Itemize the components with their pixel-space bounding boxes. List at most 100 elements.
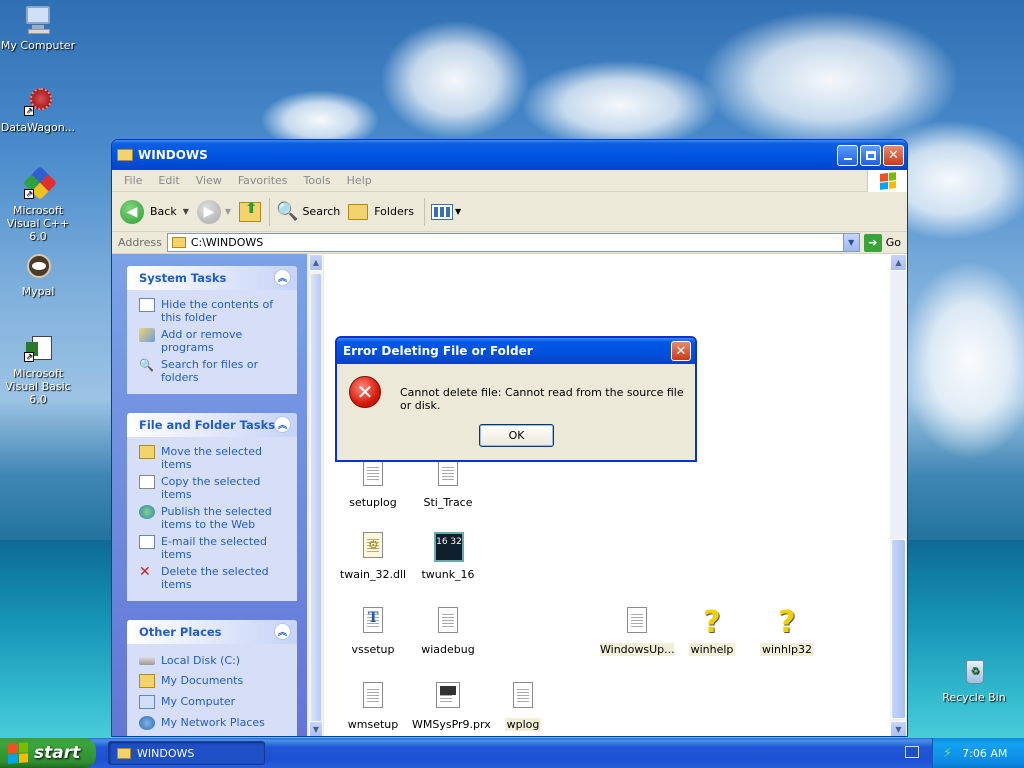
back-arrow-icon: ◀: [120, 199, 144, 224]
desktop-icon-visual-cpp[interactable]: ↗ Microsoft Visual C++ 6.0: [0, 166, 78, 243]
collapse-chevron-icon[interactable]: ︽: [274, 269, 291, 286]
task-copy-items[interactable]: Copy the selected items: [139, 475, 291, 501]
menu-favorites[interactable]: Favorites: [230, 174, 296, 187]
file-name: twunk_16: [421, 568, 475, 581]
scroll-down-icon[interactable]: ▼: [890, 721, 907, 736]
task-add-remove-programs[interactable]: Add or remove programs: [139, 328, 291, 354]
file-item[interactable]: 16 32 twunk_16: [412, 532, 484, 581]
scroll-thumb[interactable]: [891, 539, 906, 719]
address-dropdown-icon[interactable]: ▼: [842, 234, 859, 251]
desktop-icon-my-computer[interactable]: My Computer: [0, 4, 78, 52]
menu-file[interactable]: File: [116, 174, 150, 187]
copy-icon: [139, 475, 155, 489]
place-my-computer[interactable]: My Computer: [139, 695, 291, 709]
desktop-icon-label: Mypal: [21, 285, 55, 298]
menu-view[interactable]: View: [188, 174, 230, 187]
menu-edit[interactable]: Edit: [150, 174, 187, 187]
task-label: Hide the contents of this folder: [161, 298, 274, 324]
scroll-thumb[interactable]: [311, 274, 321, 729]
back-dropdown-icon[interactable]: ▼: [183, 207, 189, 216]
back-label: Back: [150, 205, 177, 218]
maximize-button[interactable]: [860, 144, 881, 166]
menu-tools[interactable]: Tools: [296, 174, 339, 187]
search-button[interactable]: 🔍 Search: [276, 201, 340, 222]
collapse-chevron-icon[interactable]: ︽: [274, 416, 291, 433]
clock[interactable]: 7:06 AM: [962, 747, 1007, 760]
network-tray-icon[interactable]: ⚡: [943, 746, 952, 761]
file-item[interactable]: ? winhlp32: [751, 607, 823, 656]
address-bar: Address C:\WINDOWS ▼ ➜ Go: [112, 232, 907, 254]
scroll-down-icon[interactable]: ▼: [309, 721, 323, 736]
ok-button[interactable]: OK: [479, 424, 554, 447]
file-item[interactable]: setuplog: [337, 460, 409, 509]
file-name: wiadebug: [421, 643, 475, 656]
up-folder-button[interactable]: ⬆: [239, 199, 262, 222]
desktop-icon-label: My Computer: [0, 39, 76, 52]
task-label: Delete the selected items: [161, 565, 269, 591]
file-item[interactable]: Sti_Trace: [412, 460, 484, 509]
task-pane-scrollbar[interactable]: ▲ ▼: [309, 254, 323, 736]
file-list-scrollbar[interactable]: ▲ ▼: [890, 254, 907, 736]
dialog-titlebar[interactable]: Error Deleting File or Folder ✕: [337, 338, 695, 364]
up-folder-icon: ⬆: [239, 199, 262, 222]
go-label: Go: [885, 236, 901, 249]
file-item[interactable]: ⚙ twain_32.dll: [337, 532, 409, 581]
other-places-header[interactable]: Other Places ︽: [127, 620, 297, 644]
start-button[interactable]: start: [0, 738, 96, 768]
menu-help[interactable]: Help: [339, 174, 380, 187]
hard-drive-icon: [139, 657, 155, 665]
file-item[interactable]: wmsetup: [337, 682, 409, 731]
task-label: E-mail the selected items: [161, 535, 267, 561]
file-item[interactable]: WindowsUp...: [600, 607, 675, 656]
file-item[interactable]: wiadebug: [412, 607, 484, 656]
email-icon: [139, 535, 155, 549]
dialog-close-button[interactable]: ✕: [671, 341, 691, 361]
scroll-up-icon[interactable]: ▲: [309, 254, 323, 271]
folders-button[interactable]: Folders: [348, 203, 414, 220]
minimize-button[interactable]: [837, 144, 858, 166]
desktop-icon-visual-basic[interactable]: ↗ Microsoft Visual Basic 6.0: [0, 332, 78, 406]
app-16-32-icon: 16 32: [434, 532, 464, 564]
file-item[interactable]: T vssetup: [337, 607, 409, 656]
file-item[interactable]: ? winhelp: [676, 607, 748, 656]
task-email-items[interactable]: E-mail the selected items: [139, 535, 291, 561]
collapse-chevron-icon[interactable]: ︽: [274, 623, 291, 640]
task-move-items[interactable]: Move the selected items: [139, 445, 291, 471]
desktop-icon-recycle-bin[interactable]: ♻ Recycle Bin: [934, 656, 1014, 704]
task-search-files[interactable]: 🔍 Search for files or folders: [139, 358, 291, 384]
back-button[interactable]: ◀ Back ▼: [120, 199, 189, 224]
task-hide-contents[interactable]: Hide the contents of this folder: [139, 298, 291, 324]
file-item[interactable]: WMSysPr9.prx: [412, 682, 491, 731]
close-button[interactable]: ✕: [883, 144, 904, 166]
taskbar-item-windows[interactable]: WINDOWS: [108, 741, 265, 765]
menu-bar: File Edit View Favorites Tools Help: [112, 170, 907, 192]
desktop-icon-label: Recycle Bin: [942, 691, 1006, 704]
window-titlebar[interactable]: WINDOWS ✕: [112, 140, 907, 170]
search-icon: 🔍: [276, 201, 299, 222]
keyboard-icon[interactable]: [905, 746, 919, 758]
desktop-icon-mypal[interactable]: Mypal: [0, 250, 78, 298]
desktop-icon-label: DataWagon...: [0, 121, 76, 134]
task-delete-items[interactable]: ✕ Delete the selected items: [139, 565, 291, 591]
visual-basic-icon: ↗: [22, 332, 54, 364]
desktop-icon-datawagon[interactable]: ↗ DataWagon...: [0, 86, 78, 134]
forward-button[interactable]: ▶ ▼: [196, 199, 231, 224]
file-name: winhelp: [688, 643, 736, 656]
file-item[interactable]: wplog: [487, 682, 559, 731]
scroll-up-icon[interactable]: ▲: [890, 254, 907, 271]
computer-icon: [139, 695, 155, 709]
place-local-disk[interactable]: Local Disk (C:): [139, 654, 291, 667]
place-my-network[interactable]: My Network Places: [139, 716, 291, 730]
views-button[interactable]: ▼: [430, 203, 461, 220]
task-publish-items[interactable]: Publish the selected items to the Web: [139, 505, 291, 531]
go-button[interactable]: ➜ Go: [863, 233, 901, 252]
text-file-icon: [434, 607, 462, 639]
text-file-icon: [434, 460, 462, 492]
system-tasks-header[interactable]: System Tasks ︽: [127, 266, 297, 290]
taskbar: start WINDOWS ⚡ 7:06 AM: [0, 738, 1024, 768]
place-my-documents[interactable]: My Documents: [139, 674, 291, 688]
system-file-icon: [434, 682, 462, 714]
dll-file-icon: ⚙: [359, 532, 387, 564]
file-folder-tasks-header[interactable]: File and Folder Tasks ︽: [127, 413, 297, 437]
address-input[interactable]: C:\WINDOWS ▼: [166, 233, 860, 252]
